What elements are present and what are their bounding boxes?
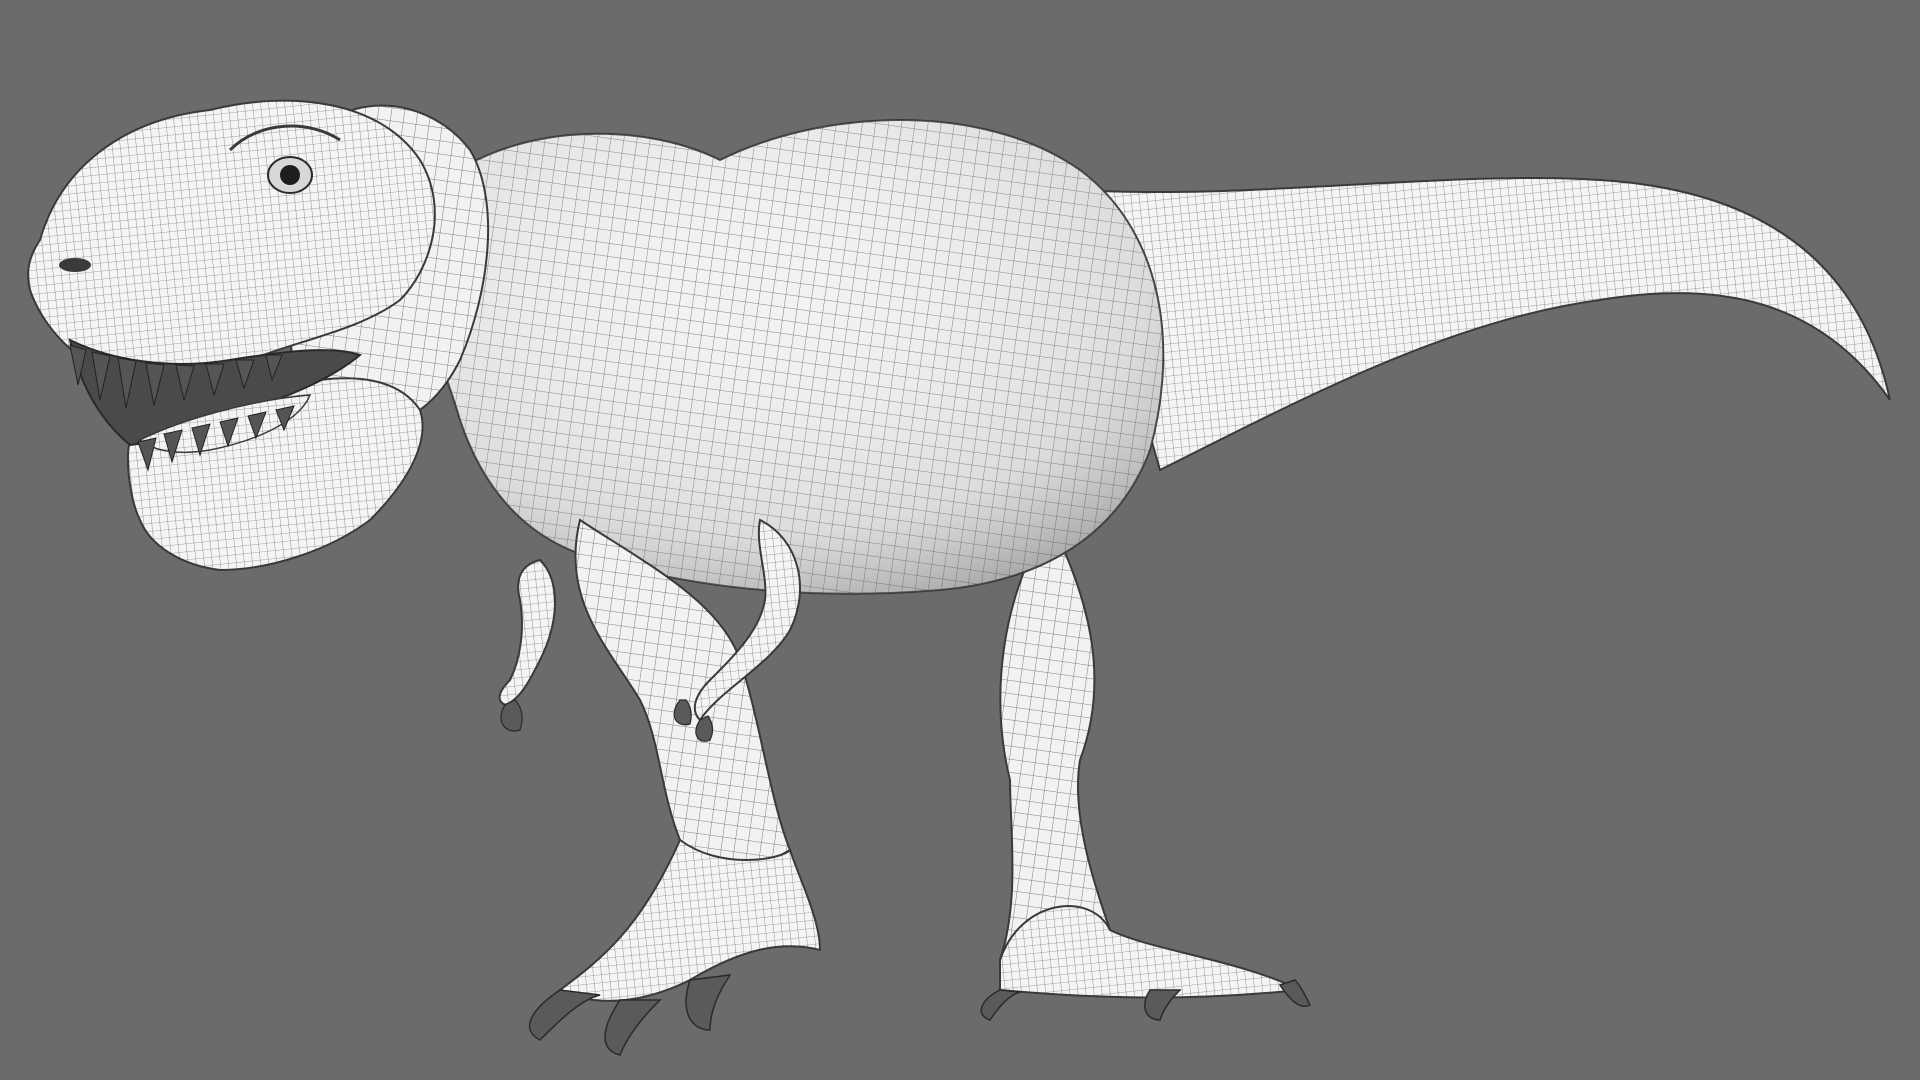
- trex-model-render: [27, 99, 1891, 1056]
- claw: [685, 974, 732, 1031]
- torso: [413, 119, 1165, 595]
- nostril: [59, 258, 91, 272]
- eye: [267, 156, 313, 194]
- arm-far: [498, 558, 556, 732]
- claw: [604, 999, 662, 1056]
- tail: [1078, 176, 1891, 472]
- 3d-viewport[interactable]: [0, 0, 1920, 1080]
- far-hind-leg: [998, 517, 1304, 999]
- claw: [528, 989, 601, 1041]
